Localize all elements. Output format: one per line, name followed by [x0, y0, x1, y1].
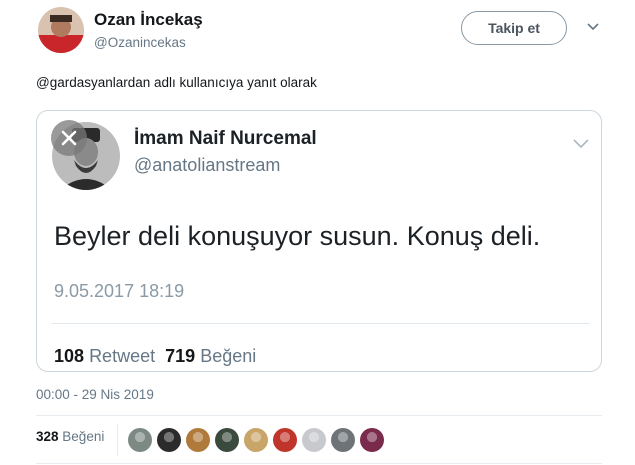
- author-avatar[interactable]: [38, 7, 84, 53]
- like-label: Beğeni: [62, 429, 105, 444]
- tweet-timestamp[interactable]: 00:00 - 29 Nis 2019: [36, 387, 154, 402]
- like-count: 328: [36, 429, 59, 444]
- quoted-author-handle: @anatolianstream: [134, 155, 281, 175]
- quoted-tweet-card[interactable]: İmam Naif Nurcemal @anatolianstream Beyl…: [36, 110, 602, 372]
- liker-avatar[interactable]: [360, 428, 384, 452]
- retweet-label: Retweet: [89, 346, 156, 366]
- likers-avatars: [128, 428, 389, 452]
- liker-avatar[interactable]: [128, 428, 152, 452]
- vertical-divider: [117, 424, 118, 456]
- liker-avatar[interactable]: [157, 428, 181, 452]
- liker-avatar[interactable]: [302, 428, 326, 452]
- liker-avatar[interactable]: [244, 428, 268, 452]
- chevron-down-icon: [572, 137, 590, 149]
- divider: [36, 415, 602, 416]
- liker-avatar[interactable]: [331, 428, 355, 452]
- reply-context[interactable]: @gardasyanlardan adlı kullanıcıya yanıt …: [36, 75, 317, 90]
- liker-avatar[interactable]: [186, 428, 210, 452]
- quoted-author-name: İmam Naif Nurcemal: [134, 128, 317, 149]
- quoted-tweet-text: Beyler deli konuşuyor susun. Konuş deli.: [54, 221, 541, 251]
- author-handle[interactable]: @Ozanincekas: [94, 35, 186, 50]
- quoted-like-label: Beğeni: [200, 346, 257, 366]
- retweet-count: 108: [54, 346, 85, 366]
- follow-button[interactable]: Takip et: [461, 11, 567, 45]
- quoted-like-count: 719: [165, 346, 196, 366]
- quoted-tweet-time: 9.05.2017 18:19: [54, 281, 185, 301]
- quoted-tweet-stats: 108 Retweet 719 Beğeni: [54, 346, 256, 367]
- liker-avatar[interactable]: [273, 428, 297, 452]
- author-name[interactable]: Ozan İncekaş: [94, 10, 203, 30]
- liker-avatar[interactable]: [215, 428, 239, 452]
- quoted-divider: [52, 323, 590, 324]
- likes-summary[interactable]: 328 Beğeni: [36, 429, 104, 444]
- divider: [36, 463, 602, 464]
- close-icon[interactable]: [51, 120, 87, 156]
- chevron-down-icon[interactable]: [585, 20, 601, 34]
